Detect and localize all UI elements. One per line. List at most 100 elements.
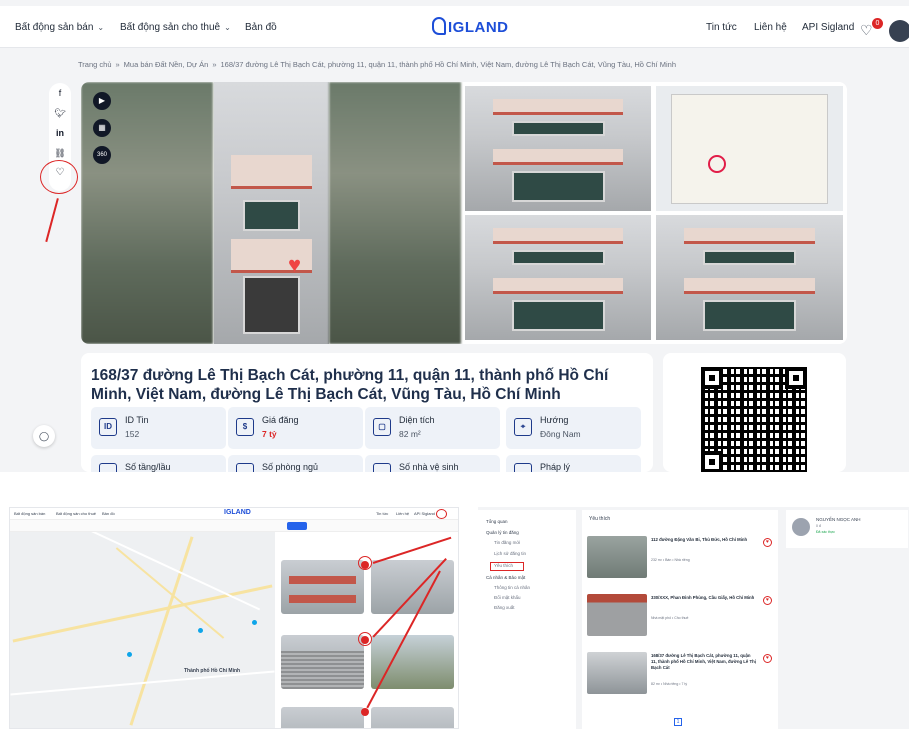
stat-legal: Pháp lý	[506, 455, 641, 472]
sidebar-item-personal-security[interactable]: Cá nhân & Bảo mật	[486, 575, 525, 580]
id-icon: ID	[99, 418, 117, 436]
mini-nav-map[interactable]: Bản đồ	[102, 511, 115, 516]
account-sidebar: Tổng quan Quản lý tin đăng Tin đăng mới …	[478, 510, 576, 729]
nav-sale-menu[interactable]: Bất động sản bán ⌄	[15, 22, 104, 33]
listing-thumb	[587, 652, 647, 694]
stat-area: ▢ Diện tích 82 m²	[365, 407, 500, 449]
user-card: NGUYỄN NGỌC ANH 0 đ Đã xác thực	[786, 510, 908, 548]
mini-nav-news[interactable]: Tin tức	[376, 511, 388, 516]
gallery-thumb[interactable]	[465, 86, 651, 211]
sidebar-item-post-history[interactable]: Lịch sử đăng tin	[494, 551, 526, 556]
listing-card[interactable]	[281, 707, 364, 728]
nav-api-link[interactable]: API Sigland	[802, 22, 854, 33]
sidebar-item-new-post[interactable]: Tin đăng mới	[494, 540, 520, 545]
gallery-image[interactable]	[329, 82, 461, 344]
sidebar-item-logout[interactable]: Đăng xuất	[494, 605, 515, 610]
favorites-heart-icon[interactable]: ♡	[860, 22, 873, 39]
listing-card[interactable]	[281, 560, 364, 614]
nav-news-link[interactable]: Tin tức	[706, 22, 737, 33]
sigland-logo[interactable]: IGLAND	[432, 17, 509, 36]
listing-tags: 232 m² • Bán • Nhà riêng	[651, 558, 690, 562]
map-view[interactable]: Thành phố Hồ Chí Minh	[10, 532, 275, 728]
gallery-thumb[interactable]	[656, 215, 843, 340]
stat-label: Diện tích	[399, 415, 435, 425]
listing-title: 168/37 đường Lê Thị Bạch Cát, phường 11,…	[651, 653, 756, 670]
unfavorite-heart-icon[interactable]: ♥	[763, 538, 772, 547]
mini-nav-sale[interactable]: Bất động sản bán	[14, 511, 45, 516]
composite-screenshot: Bất động sản bán ⌄ Bất động sản cho thuê ⌄…	[0, 0, 909, 731]
unfavorite-heart-icon[interactable]: ♥	[763, 596, 772, 605]
list-item[interactable]: 112 đường Đặng Văn Bi, Thủ Đức, Hồ Chí M…	[587, 536, 773, 584]
annotation-box	[490, 562, 524, 571]
stat-label: Hướng	[540, 415, 569, 425]
map-icon[interactable]: ▦	[93, 119, 111, 137]
twitter-icon[interactable]: 🐦︎	[49, 103, 71, 123]
sidebar-item-profile[interactable]: Thông tin cá nhân	[494, 585, 530, 590]
annotation-circle	[358, 632, 372, 646]
stat-value: 7 tỷ	[262, 429, 277, 439]
view-360-icon[interactable]: 360	[93, 146, 111, 164]
nav-rent-menu[interactable]: Bất động sản cho thuê ⌄	[120, 22, 231, 33]
breadcrumb-category[interactable]: Mua bán Đất Nền, Dự Án	[124, 60, 209, 69]
sidebar-item-post-management[interactable]: Quản lý tin đăng	[486, 530, 519, 535]
sigland-logo[interactable]: IGLAND	[224, 509, 251, 516]
chat-icon[interactable]: ◯	[33, 425, 55, 447]
breadcrumb-separator: »	[115, 60, 120, 69]
property-info-card: 168/37 đường Lê Thị Bạch Cát, phường 11,…	[81, 353, 653, 472]
listing-card[interactable]	[371, 560, 454, 614]
facebook-icon[interactable]: f	[49, 83, 71, 103]
gallery-thumb[interactable]	[465, 215, 651, 340]
stat-floors: Số tầng/lầu	[91, 455, 226, 472]
sidebar-item-change-password[interactable]: Đổi mật khẩu	[494, 595, 521, 600]
stat-label: ID Tin	[125, 415, 149, 425]
map-listing-view: Bất động sản bán Bất động sản cho thuê B…	[9, 507, 459, 729]
mini-nav-contact[interactable]: Liên hệ	[396, 511, 409, 516]
unfavorite-heart-icon[interactable]: ♥	[763, 654, 772, 663]
listing-card[interactable]	[281, 635, 364, 689]
list-item[interactable]: 168/37 đường Lê Thị Bạch Cát, phường 11,…	[587, 652, 773, 700]
map-pin-icon[interactable]	[127, 652, 132, 657]
list-item[interactable]: 330/XXX, Phan Đình Phùng, Cầu Giấy, Hồ C…	[587, 594, 773, 642]
linkedin-icon[interactable]: in	[49, 123, 71, 143]
gallery-main-image[interactable]	[214, 82, 329, 344]
stat-value: 82 m²	[399, 429, 421, 439]
mini-nav-api[interactable]: API Sigland	[414, 511, 435, 516]
filter-active-button[interactable]	[287, 522, 307, 530]
listing-thumb	[587, 536, 647, 578]
map-pin-icon[interactable]	[252, 620, 257, 625]
listing-thumb	[587, 594, 647, 636]
user-points: 0 đ	[816, 524, 821, 528]
floors-icon	[99, 463, 117, 472]
listing-panel	[277, 532, 458, 728]
avatar[interactable]	[889, 20, 909, 42]
nav-contact-link[interactable]: Liên hệ	[754, 22, 787, 33]
listing-card[interactable]	[371, 635, 454, 689]
favorites-count-badge: 0	[872, 18, 883, 29]
map-city-label: Thành phố Hồ Chí Minh	[184, 668, 241, 674]
filter-bar	[10, 520, 458, 532]
breadcrumb: Trang chủ» Mua bán Đất Nền, Dự Án» 168/37 …	[78, 60, 676, 69]
listing-card[interactable]	[371, 707, 454, 728]
annotation-circle	[40, 160, 78, 194]
bath-icon	[373, 463, 391, 472]
stat-label: Số nhà vệ sinh	[399, 462, 459, 472]
nav-map-link[interactable]: Bản đồ	[245, 22, 277, 33]
breadcrumb-home[interactable]: Trang chủ	[78, 60, 112, 69]
photo-gallery[interactable]: ▶ ▦ 360	[81, 82, 847, 344]
user-status: Đã xác thực	[816, 530, 835, 534]
favorite-heart-icon[interactable]	[361, 708, 369, 716]
listing-tags: 82 m² • Nhà riêng • 7 tỷ	[651, 682, 688, 686]
sidebar-item-overview[interactable]: Tổng quan	[486, 519, 508, 524]
mini-nav-rent[interactable]: Bất động sản cho thuê	[56, 511, 96, 516]
map-pin-icon[interactable]	[198, 628, 203, 633]
breadcrumb-separator: »	[212, 60, 217, 69]
price-icon: $	[236, 418, 254, 436]
qr-code	[701, 367, 807, 472]
heart-icon: ♥	[288, 252, 302, 277]
gallery-document-thumb[interactable]	[656, 86, 843, 211]
stat-price: $ Giá đăng 7 tỷ	[228, 407, 363, 449]
pagination-page[interactable]: 1	[674, 718, 682, 726]
stat-label: Giá đăng	[262, 415, 299, 425]
listing-title: 330/XXX, Phan Đình Phùng, Cầu Giấy, Hồ C…	[651, 595, 755, 600]
video-icon[interactable]: ▶	[93, 92, 111, 110]
